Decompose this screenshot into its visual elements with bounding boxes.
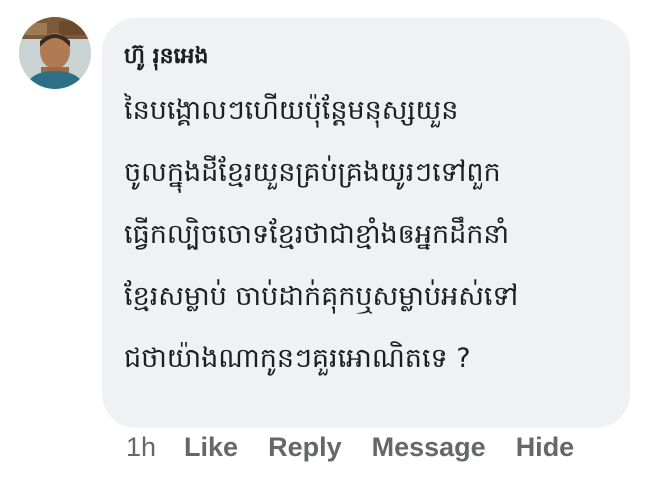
comment-author[interactable]: ហ៊ូ រុនអេង (124, 40, 610, 80)
hide-button[interactable]: Hide (516, 432, 575, 463)
comment-actions: 1h Like Reply Message Hide (126, 432, 574, 463)
avatar-photo (19, 17, 91, 89)
comment-timestamp[interactable]: 1h (126, 432, 156, 463)
comment-bubble: ហ៊ូ រុនអេង នៃបង្គោលៗហើយប៉ុន្តែមនុស្សយួន … (102, 18, 630, 428)
comment-text-line: នៃបង្គោលៗហើយប៉ុន្តែមនុស្សយួន (124, 95, 459, 126)
reply-button[interactable]: Reply (268, 432, 342, 463)
comment-text-line: ធ្វើកល្បិចចោទខ្មែរថាជាខ្មាំងឲអ្នកដឹកនាំ (124, 219, 510, 250)
comment-text-line: ជថាយ៉ាងណាកូនៗគួរអោណិតទេ ? (124, 343, 471, 374)
comment-text-line: ចូលក្នុងដីខ្មែរយួនគ្រប់គ្រងយូរៗទៅពួក (124, 157, 501, 188)
comment-row: ហ៊ូ រុនអេង នៃបង្គោលៗហើយប៉ុន្តែមនុស្សយួន … (0, 0, 665, 492)
avatar[interactable] (19, 17, 91, 89)
comment-text-line: ខ្មែរសម្លាប់ ចាប់ដាក់គុកឬសម្លាប់អស់ទៅ (124, 281, 519, 312)
message-button[interactable]: Message (372, 432, 486, 463)
like-button[interactable]: Like (184, 432, 238, 463)
